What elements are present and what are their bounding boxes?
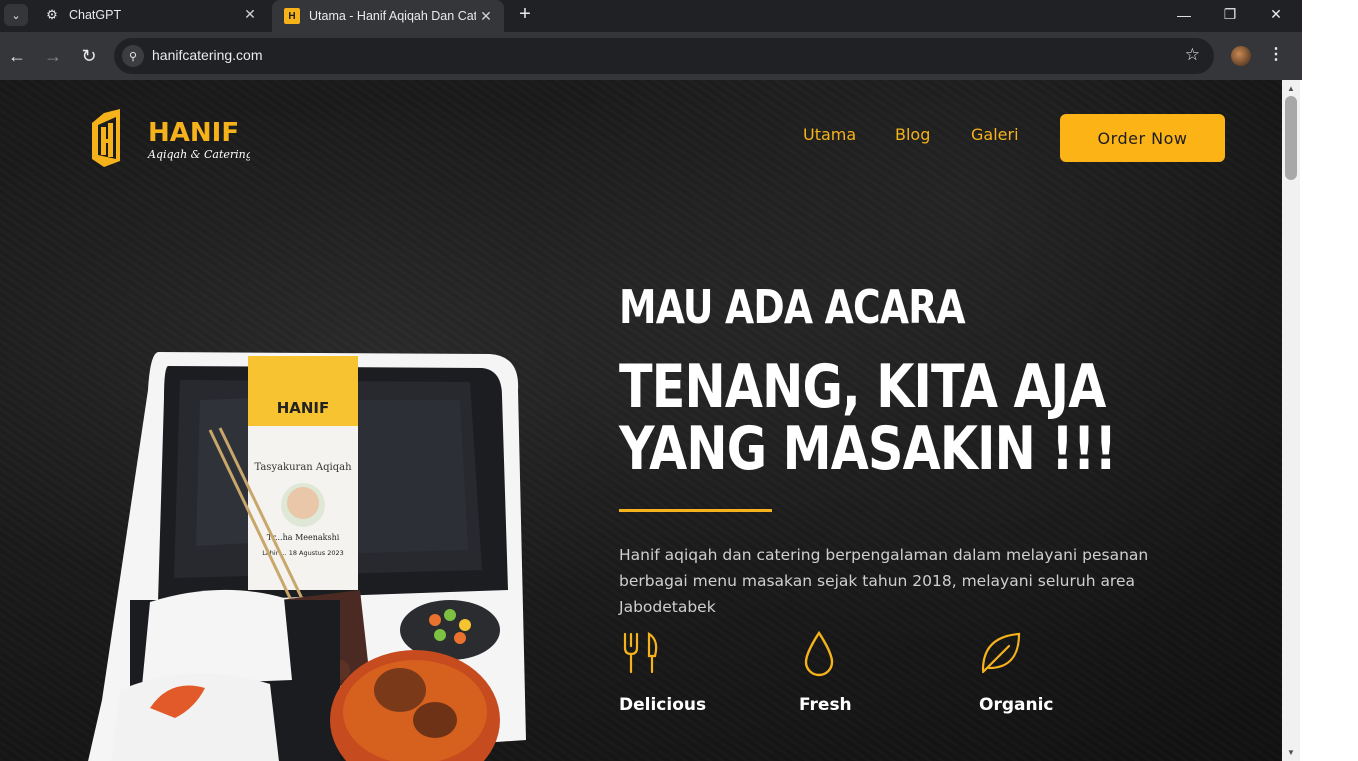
page-scrollbar[interactable]: ▲ ▼ — [1282, 80, 1300, 761]
scroll-thumb[interactable] — [1285, 96, 1297, 180]
scroll-up-icon[interactable]: ▲ — [1287, 84, 1295, 93]
profile-avatar[interactable] — [1231, 46, 1251, 66]
hero-headline-line-1: TENANG, KITA AJA — [619, 352, 1106, 422]
reload-button[interactable]: ↻ — [75, 42, 103, 70]
site-info-icon[interactable]: ⚲ — [122, 45, 144, 67]
window-close-button[interactable]: ✕ — [1253, 0, 1299, 29]
food-card-brand: HANIF — [277, 399, 330, 417]
hero-divider — [619, 509, 772, 512]
droplet-icon — [804, 630, 834, 677]
browser-menu-icon[interactable]: ⋮ — [1266, 44, 1286, 64]
nav-galeri[interactable]: Galeri — [971, 125, 1019, 144]
restore-button[interactable]: ❐ — [1207, 0, 1253, 29]
feature-delicious: Delicious — [619, 630, 759, 715]
logo-text: HANIF — [148, 118, 239, 148]
minimize-button[interactable]: — — [1161, 0, 1207, 29]
leaf-icon — [981, 632, 1021, 674]
feature-fresh: Fresh — [799, 630, 939, 715]
bookmark-star-icon[interactable]: ☆ — [1185, 45, 1200, 65]
food-box-image: HANIF Tasyakuran Aqiqah Tr...ha Meenaksh… — [88, 352, 526, 761]
feature-label: Organic — [979, 695, 1054, 715]
page-viewport: HANIF Aqiqah & Catering Utama Blog Galer… — [0, 80, 1282, 761]
close-icon[interactable]: ✕ — [476, 8, 496, 25]
nav-blog[interactable]: Blog — [895, 125, 930, 144]
chatgpt-icon: ⚙ — [46, 6, 58, 22]
feature-label: Delicious — [619, 695, 707, 715]
hanif-favicon: H — [284, 8, 300, 24]
hero-description: Hanif aqiqah dan catering berpengalaman … — [619, 546, 1149, 616]
hero-headline: TENANG, KITA AJA YANG MASAKIN !!! — [619, 352, 1117, 484]
food-card-name: Tr...ha Meenakshi — [267, 533, 340, 542]
logo-tagline: Aqiqah & Catering — [147, 148, 250, 161]
tab-title: ChatGPT — [69, 7, 122, 22]
forward-button[interactable]: → — [39, 42, 67, 70]
chevron-down-icon: ⌄ — [11, 9, 21, 22]
tab-hanif[interactable]: H Utama - Hanif Aqiqah Dan Cate ✕ — [272, 0, 504, 32]
fork-knife-icon — [623, 632, 658, 674]
tab-strip: ⌄ ⚙ ChatGPT ✕ H Utama - Hanif Aqiqah Dan… — [0, 0, 1302, 32]
hanif-logo[interactable]: HANIF Aqiqah & Catering — [90, 109, 250, 169]
food-card-date: Lahir ... 18 Agustus 2023 — [262, 549, 344, 557]
browser-chrome: ⌄ ⚙ ChatGPT ✕ H Utama - Hanif Aqiqah Dan… — [0, 0, 1302, 80]
nav-utama[interactable]: Utama — [803, 125, 856, 144]
scroll-down-icon[interactable]: ▼ — [1287, 748, 1295, 757]
tab-chatgpt[interactable]: ⚙ ChatGPT ✕ — [32, 0, 268, 29]
hero-headline-line-2: YANG MASAKIN !!! — [619, 414, 1117, 484]
hero-subtitle: MAU ADA ACARA — [619, 280, 966, 334]
order-now-button[interactable]: Order Now — [1060, 114, 1225, 162]
new-tab-button[interactable]: + — [512, 3, 538, 25]
feature-organic: Organic — [979, 630, 1119, 715]
close-icon[interactable]: ✕ — [240, 6, 260, 23]
back-button[interactable]: ← — [3, 42, 31, 70]
food-card-title: Tasyakuran Aqiqah — [254, 462, 352, 473]
tab-search-button[interactable]: ⌄ — [4, 4, 28, 26]
browser-toolbar: ← → ↻ ⚲ hanifcatering.com ☆ ⋮ — [0, 32, 1302, 80]
url-text[interactable]: hanifcatering.com — [152, 47, 263, 63]
tab-title: Utama - Hanif Aqiqah Dan Cate — [309, 9, 476, 23]
address-bar[interactable]: ⚲ hanifcatering.com ☆ — [114, 38, 1214, 74]
feature-label: Fresh — [799, 695, 852, 715]
